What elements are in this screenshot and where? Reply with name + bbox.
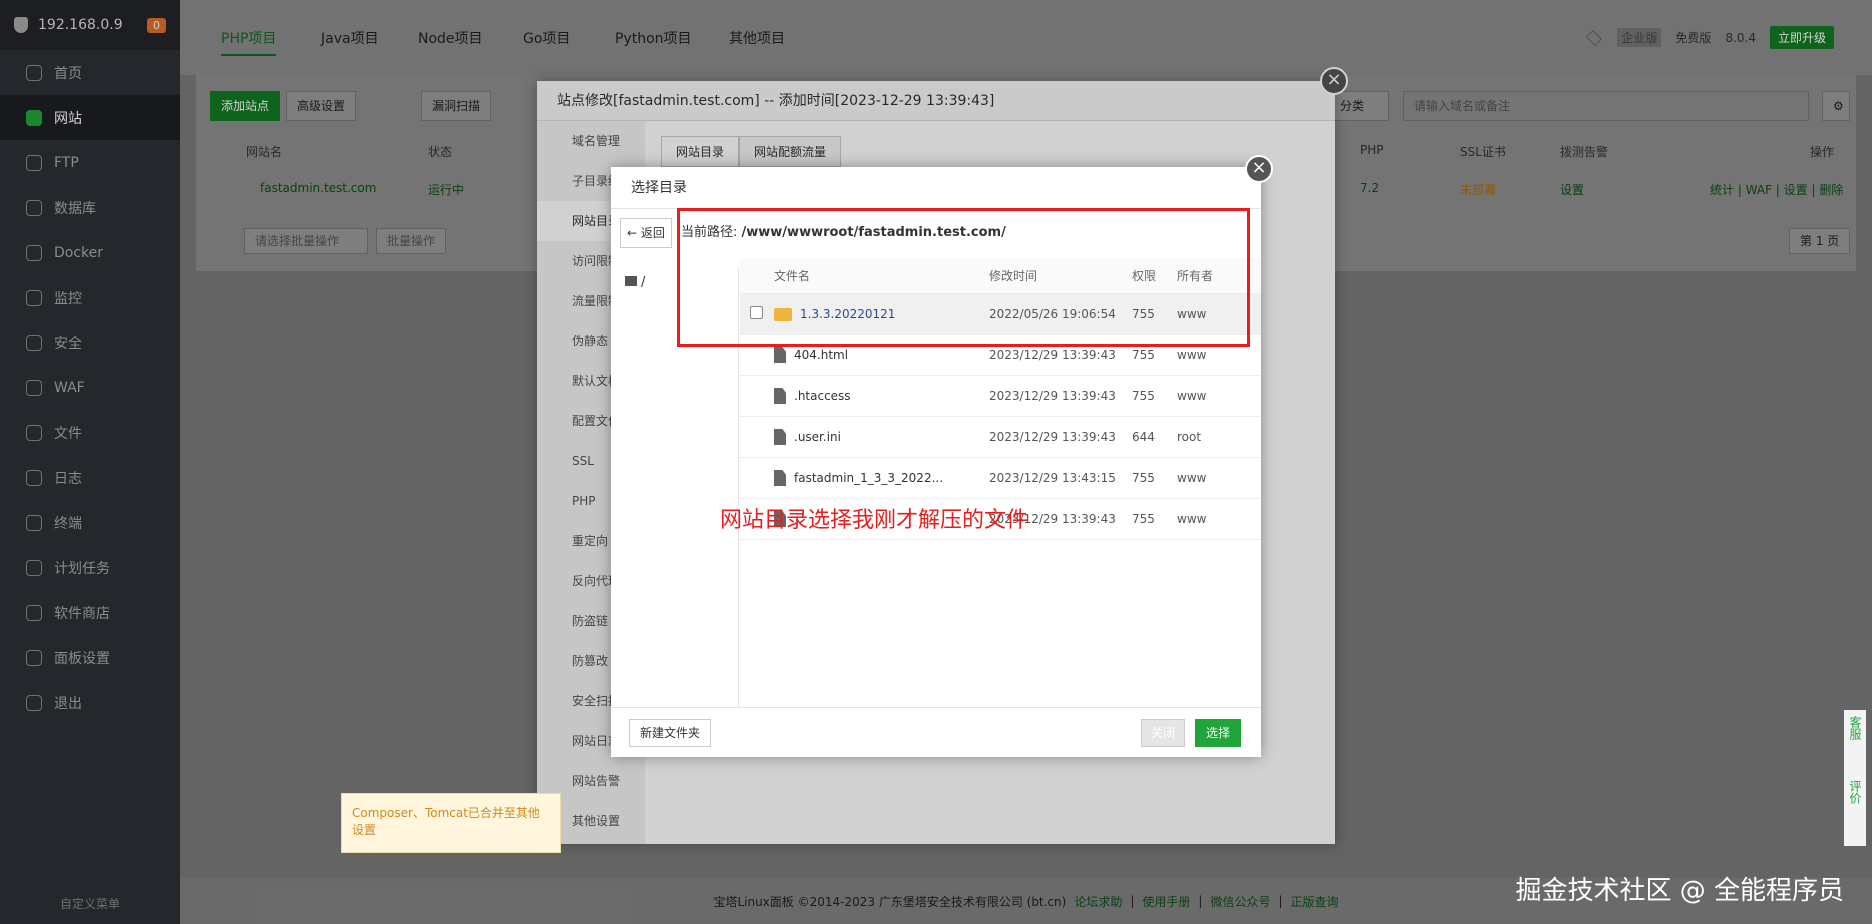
- watermark: 掘金技术社区 @ 全能程序员: [1515, 876, 1844, 906]
- back-button[interactable]: ← 返回: [620, 218, 672, 248]
- file-mtime: 2023/12/29 13:39:43: [989, 348, 1116, 362]
- file-mtime: 2023/12/29 13:39:43: [989, 430, 1116, 444]
- file-owner: www: [1177, 389, 1207, 403]
- new-folder-button[interactable]: 新建文件夹: [629, 719, 712, 747]
- file-row[interactable]: .htaccess 2023/12/29 13:39:43 755 www: [740, 376, 1261, 417]
- file-name[interactable]: fastadmin_1_3_3_2022...: [794, 471, 943, 485]
- file-row[interactable]: .user.ini 2023/12/29 13:39:43 644 root: [740, 417, 1261, 458]
- file-owner: root: [1177, 430, 1202, 444]
- file-mtime: 2023/12/29 13:43:15: [989, 471, 1116, 485]
- dir-modal-title: 选择目录: [611, 167, 1261, 209]
- annotation-text: 网站目录选择我刚才解压的文件: [720, 508, 1029, 533]
- back-label: 返回: [640, 226, 665, 240]
- tree-root[interactable]: /: [625, 275, 645, 290]
- close-icon[interactable]: ×: [1245, 155, 1273, 183]
- file-name[interactable]: .htaccess: [794, 389, 851, 403]
- merge-tip: Composer、Tomcat已合并至其他设置: [341, 793, 561, 853]
- file-perm: 755: [1132, 389, 1155, 403]
- file-owner: www: [1177, 512, 1207, 526]
- file-perm: 755: [1132, 348, 1155, 362]
- file-owner: www: [1177, 471, 1207, 485]
- tree-root-label: /: [641, 275, 646, 290]
- support-link[interactable]: 客服: [1848, 716, 1862, 740]
- file-name[interactable]: 404.html: [794, 348, 848, 362]
- file-perm: 755: [1132, 471, 1155, 485]
- highlight-box: [677, 208, 1250, 347]
- file-perm: 755: [1132, 512, 1155, 526]
- file-icon: [774, 388, 786, 404]
- dir-modal-footer: 新建文件夹 关闭 选择: [611, 707, 1261, 757]
- review-link[interactable]: 评价: [1848, 780, 1862, 804]
- side-float[interactable]: 客服 评价: [1844, 710, 1866, 846]
- select-button[interactable]: 选择: [1195, 719, 1241, 747]
- file-mtime: 2023/12/29 13:39:43: [989, 389, 1116, 403]
- file-icon: [774, 347, 786, 363]
- file-icon: [774, 429, 786, 445]
- file-icon: [774, 470, 786, 486]
- file-name[interactable]: .user.ini: [794, 430, 841, 444]
- file-row[interactable]: fastadmin_1_3_3_2022... 2023/12/29 13:43:…: [740, 458, 1261, 499]
- close-button[interactable]: 关闭: [1141, 719, 1185, 747]
- file-perm: 644: [1132, 430, 1155, 444]
- drive-icon: [625, 276, 637, 286]
- file-owner: www: [1177, 348, 1207, 362]
